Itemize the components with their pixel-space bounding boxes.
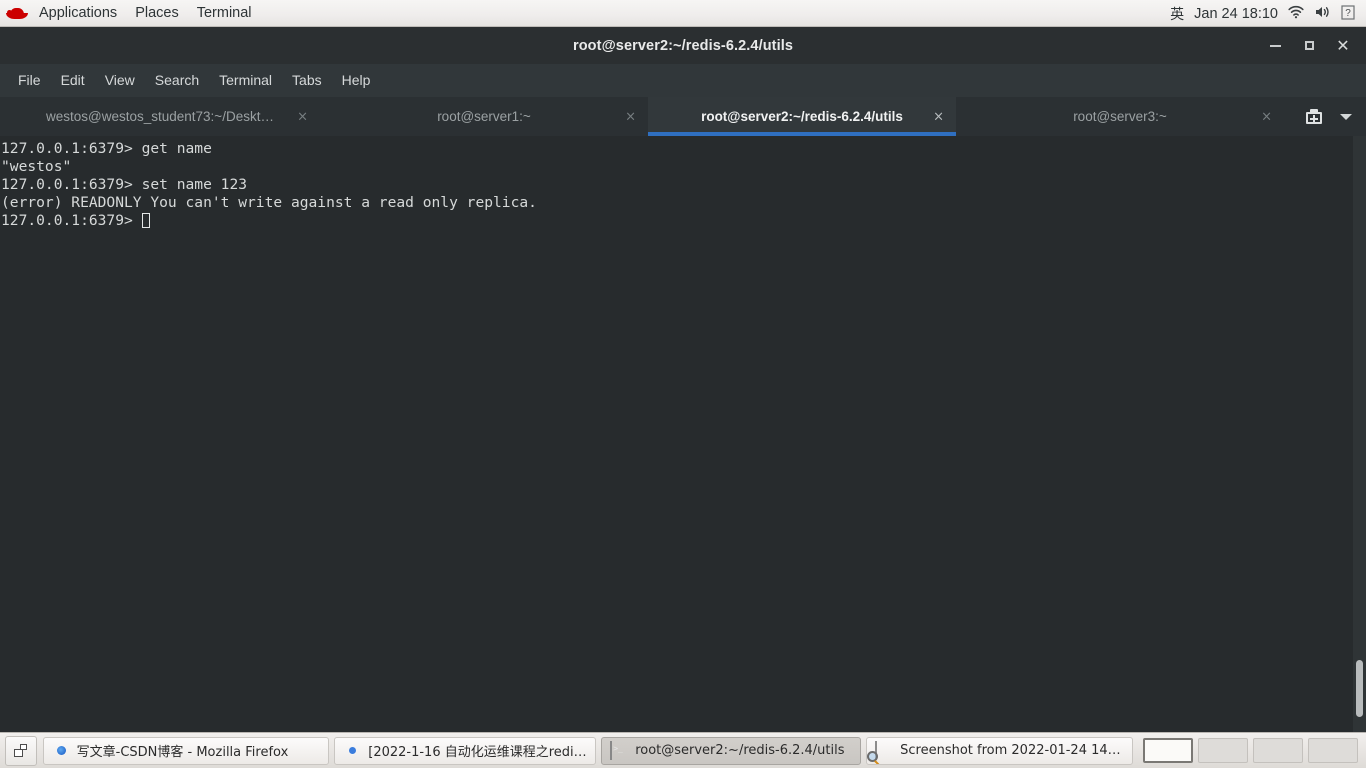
window-controls: ✕ [1258,27,1360,64]
terminal-scrollbar[interactable] [1353,136,1366,732]
screenshot-viewer-icon [867,740,893,764]
taskbar-item-screenshot[interactable]: Screenshot from 2022-01-24 14-2… [866,736,1134,765]
terminal-text: 127.0.0.1:6379> get name "westos" 127.0.… [0,136,537,230]
menu-terminal[interactable]: Terminal [209,64,282,97]
terminal-icon: >_ [610,740,628,760]
taskbar-item-label: Screenshot from 2022-01-24 14-2… [900,743,1125,758]
tab-label: root@server3:~ [1073,109,1167,124]
minimize-button[interactable] [1258,29,1292,63]
input-method-indicator[interactable]: 英 [1170,4,1184,24]
menu-applications[interactable]: Applications [30,0,126,27]
terminal-cursor [141,213,150,228]
terminal-line: (error) READONLY You can't write against… [1,194,537,211]
workspace-switcher [1138,738,1361,763]
maximize-button[interactable] [1292,29,1326,63]
tab-root-server1[interactable]: root@server1:~ × [320,97,648,136]
taskbar-item-label: root@server2:~/redis-6.2.4/utils [635,743,845,758]
terminal-scrollbar-thumb[interactable] [1356,660,1363,717]
workspace-3[interactable] [1253,738,1304,763]
taskbar-item-label: [2022-1-16 自动化运维课程之redis… [368,745,588,760]
menu-terminal[interactable]: Terminal [188,0,261,27]
terminal-line: 127.0.0.1:6379> get name [1,140,212,157]
tab-label: westos@westos_student73:~/Deskt… [46,109,274,124]
clock[interactable]: Jan 24 18:10 [1194,6,1278,22]
tab-close-icon[interactable]: × [625,109,636,124]
menu-help[interactable]: Help [332,64,381,97]
top-panel: Applications Places Terminal 英 Jan 24 18… [0,0,1366,27]
taskbar-item-chrome[interactable]: [2022-1-16 自动化运维课程之redis… [334,736,597,765]
taskbar-item-label: 写文章-CSDN博客 - Mozilla Firefox [76,745,289,760]
menu-tabs[interactable]: Tabs [282,64,332,97]
terminal-line: "westos" [1,158,72,175]
terminal-prompt: 127.0.0.1:6379> [1,212,142,229]
taskbar-item-terminal[interactable]: >_ root@server2:~/redis-6.2.4/utils [601,736,862,765]
taskbar: 写文章-CSDN博客 - Mozilla Firefox [2022-1-16 … [0,732,1366,768]
menu-view[interactable]: View [95,64,145,97]
taskbar-item-firefox[interactable]: 写文章-CSDN博客 - Mozilla Firefox [42,736,330,765]
tab-close-icon[interactable]: × [1261,109,1272,124]
window-title: root@server2:~/redis-6.2.4/utils [572,37,794,54]
tab-bar: westos@westos_student73:~/Deskt… × root@… [0,97,1366,136]
show-desktop-icon[interactable] [5,735,37,766]
workspace-4[interactable] [1308,738,1359,763]
help-icon[interactable]: ? [1341,4,1355,23]
tab-close-icon[interactable]: × [297,109,308,124]
menu-search[interactable]: Search [145,64,209,97]
tab-list-dropdown-icon[interactable] [1330,97,1362,136]
svg-text:?: ? [1345,8,1351,19]
chrome-icon [343,742,361,760]
tab-root-server3[interactable]: root@server3:~ × [956,97,1284,136]
redhat-logo-icon [6,5,28,21]
tab-root-server2[interactable]: root@server2:~/redis-6.2.4/utils × [648,97,956,136]
menubar: File Edit View Search Terminal Tabs Help [0,64,1366,97]
volume-icon[interactable] [1314,5,1331,22]
workspace-2[interactable] [1198,738,1249,763]
terminal-line: 127.0.0.1:6379> set name 123 [1,176,248,193]
tab-label: root@server2:~/redis-6.2.4/utils [701,109,903,124]
menu-edit[interactable]: Edit [51,64,95,97]
terminal-output-area[interactable]: 127.0.0.1:6379> get name "westos" 127.0.… [0,136,1366,732]
wifi-icon[interactable] [1288,5,1304,22]
firefox-icon [52,742,70,760]
tab-label: root@server1:~ [437,109,531,124]
menu-file[interactable]: File [8,64,51,97]
top-panel-menus: Applications Places Terminal [0,0,261,27]
new-tab-icon[interactable] [1298,97,1330,136]
tab-westos-student73[interactable]: westos@westos_student73:~/Deskt… × [0,97,320,136]
tab-bar-actions [1298,97,1362,136]
close-button[interactable]: ✕ [1326,29,1360,63]
workspace-1[interactable] [1143,738,1194,763]
top-panel-status-area: 英 Jan 24 18:10 ? [1165,0,1366,27]
menu-places[interactable]: Places [126,0,188,27]
terminal-window: root@server2:~/redis-6.2.4/utils ✕ File … [0,27,1366,732]
window-titlebar[interactable]: root@server2:~/redis-6.2.4/utils ✕ [0,27,1366,64]
tab-close-icon[interactable]: × [933,109,944,124]
